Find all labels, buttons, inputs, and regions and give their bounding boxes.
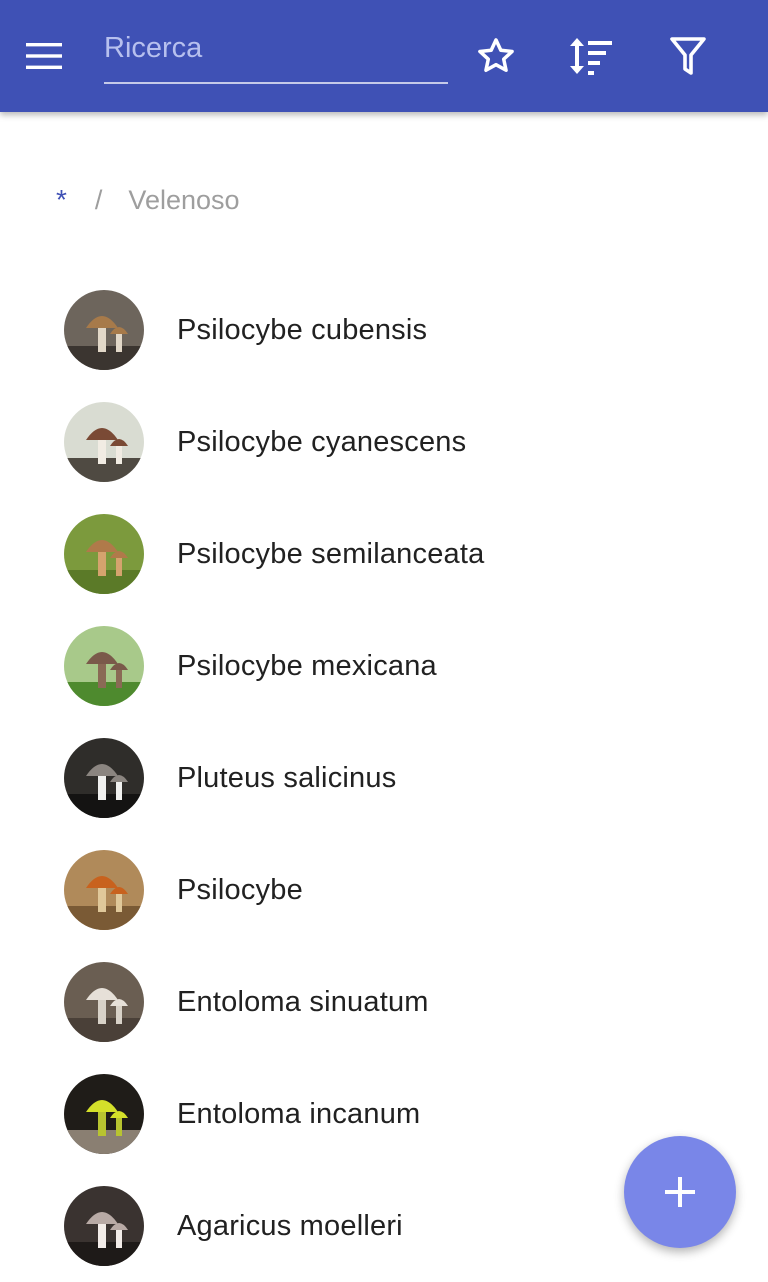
mushroom-photo: [64, 850, 144, 930]
mushroom-photo: [64, 402, 144, 482]
menu-button[interactable]: [26, 32, 86, 80]
mushroom-thumbnail: [64, 290, 144, 370]
mushroom-thumbnail: [64, 626, 144, 706]
mushroom-thumbnail: [64, 514, 144, 594]
mushroom-thumbnail: [64, 738, 144, 818]
mushroom-name: Agaricus moelleri: [177, 1209, 403, 1242]
mushroom-photo: [64, 962, 144, 1042]
mushroom-name: Entoloma sinuatum: [177, 985, 429, 1018]
breadcrumb-root-link[interactable]: *: [56, 184, 67, 216]
mushroom-photo: [64, 738, 144, 818]
mushroom-name: Pluteus salicinus: [177, 761, 397, 794]
mushroom-name: Psilocybe mexicana: [177, 649, 437, 682]
sort-button[interactable]: [563, 28, 619, 84]
breadcrumb: * / Velenoso: [56, 180, 240, 220]
mushroom-name: Entoloma incanum: [177, 1097, 421, 1130]
mushroom-thumbnail: [64, 402, 144, 482]
mushroom-name: Psilocybe cyanescens: [177, 425, 467, 458]
list-item[interactable]: Psilocybe cubensis: [0, 274, 768, 386]
list-item[interactable]: Psilocybe semilanceata: [0, 498, 768, 610]
mushroom-photo: [64, 626, 144, 706]
filter-button[interactable]: [660, 28, 716, 84]
mushroom-thumbnail: [64, 1186, 144, 1266]
list-item[interactable]: Psilocybe: [0, 834, 768, 946]
mushroom-photo: [64, 514, 144, 594]
mushroom-name: Psilocybe: [177, 873, 303, 906]
mushroom-thumbnail: [64, 850, 144, 930]
list-item[interactable]: Pluteus salicinus: [0, 722, 768, 834]
hamburger-menu-icon: [26, 43, 62, 69]
list-item[interactable]: Psilocybe cyanescens: [0, 386, 768, 498]
list-item[interactable]: Psilocybe mexicana: [0, 610, 768, 722]
star-outline-icon: [478, 38, 514, 73]
mushroom-list: Psilocybe cubensis Psilocybe cyanescens …: [0, 274, 768, 1282]
breadcrumb-current: Velenoso: [128, 184, 240, 215]
search-input[interactable]: [104, 22, 448, 74]
sort-icon: [570, 38, 612, 75]
app-bar: [0, 0, 768, 112]
mushroom-thumbnail: [64, 1074, 144, 1154]
mushroom-name: Psilocybe cubensis: [177, 313, 428, 346]
mushroom-photo: [64, 1074, 144, 1154]
add-button[interactable]: [624, 1136, 736, 1248]
list-item[interactable]: Entoloma sinuatum: [0, 946, 768, 1058]
mushroom-thumbnail: [64, 962, 144, 1042]
mushroom-name: Psilocybe semilanceata: [177, 537, 485, 570]
mushroom-photo: [64, 290, 144, 370]
breadcrumb-separator: /: [94, 184, 103, 215]
search-field: [104, 22, 448, 84]
mushroom-photo: [64, 1186, 144, 1266]
filter-icon: [670, 37, 706, 75]
plus-icon: [665, 1177, 695, 1207]
favorites-button[interactable]: [468, 28, 524, 84]
